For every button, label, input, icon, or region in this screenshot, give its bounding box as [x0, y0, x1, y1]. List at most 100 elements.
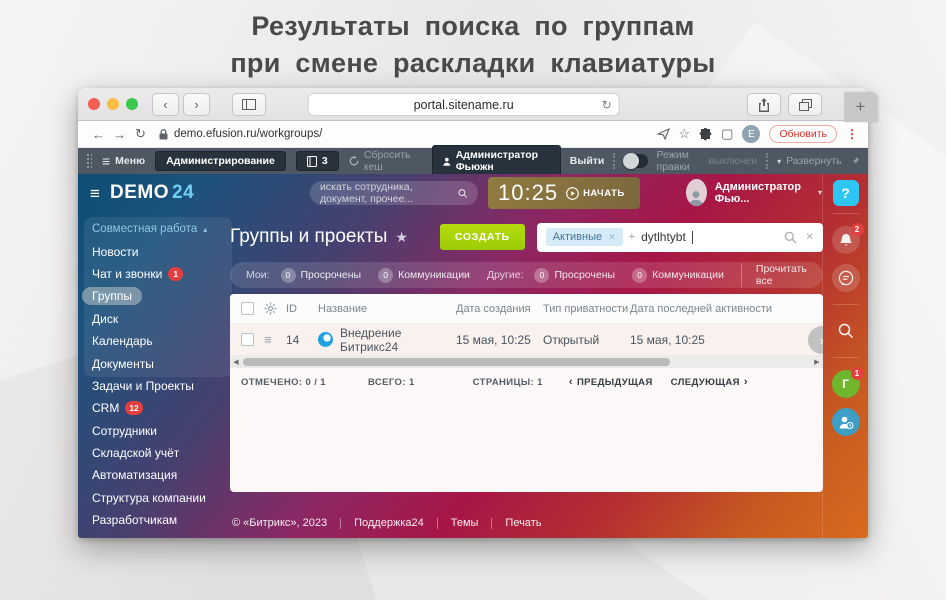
chrome-address-bar[interactable]: demo.efusion.ru/workgroups/	[159, 128, 322, 140]
counter-label: Просрочены	[301, 269, 362, 281]
administration-label: Администрирование	[166, 155, 275, 167]
scrollbar-thumb[interactable]	[243, 358, 670, 366]
filter-search-bar[interactable]: Активные ✕ + dytlhtybt ✕	[537, 223, 823, 252]
item-label: Календарь	[92, 334, 153, 348]
sidebar-section-header[interactable]: Совместная работа ▴	[92, 218, 230, 240]
forward-button[interactable]: ›	[183, 93, 210, 116]
column-header-activity[interactable]: Дата последней активности	[630, 303, 823, 315]
logo-text: DEMO	[110, 182, 169, 203]
column-header-privacy[interactable]: Тип приватности	[543, 303, 630, 315]
messenger-button[interactable]	[832, 264, 860, 292]
book-icon	[307, 156, 317, 167]
admin-user-button[interactable]: Администратор Фьюжн	[432, 145, 561, 177]
sidebar-item-disk[interactable]: Диск	[92, 308, 230, 330]
filter-tag-active[interactable]: Активные ✕	[546, 228, 623, 246]
close-window-icon[interactable]	[88, 98, 100, 110]
drag-handle-icon[interactable]	[86, 153, 92, 169]
admin-menu-button[interactable]: ≡ Меню	[102, 154, 145, 168]
worktime-widget[interactable]: 10:25 НАЧАТЬ	[488, 177, 640, 209]
chrome-forward-icon[interactable]: →	[109, 127, 130, 142]
previous-page-button[interactable]: ‹ПРЕДЫДУЩАЯ	[569, 376, 653, 388]
favorite-star-icon[interactable]: ★	[395, 229, 408, 246]
rail-search-button[interactable]	[832, 317, 860, 345]
sidebar-item-news[interactable]: Новости	[92, 240, 230, 262]
sidebar-item-automation[interactable]: Автоматизация	[92, 464, 230, 486]
clear-search-icon[interactable]: ✕	[805, 232, 813, 243]
update-browser-button[interactable]: Обновить	[769, 125, 837, 143]
send-icon[interactable]	[657, 128, 670, 140]
new-tab-button[interactable]: +	[844, 92, 877, 122]
share-button[interactable]	[747, 93, 781, 116]
start-workday-button[interactable]: НАЧАТЬ	[566, 187, 625, 200]
bookmark-star-icon[interactable]: ☆	[679, 126, 691, 142]
back-button[interactable]: ‹	[152, 93, 179, 116]
scroll-left-icon[interactable]: ◀	[230, 358, 242, 366]
expand-button[interactable]: ▾Развернуть	[777, 155, 842, 167]
edit-mode-toggle[interactable]	[624, 154, 647, 168]
chrome-back-icon[interactable]: ←	[88, 127, 109, 142]
notifications-button[interactable]: 2	[832, 226, 860, 254]
gear-icon[interactable]	[264, 302, 277, 315]
counter-my-communications[interactable]: 0Коммуникации	[378, 268, 470, 283]
counter-my-overdue[interactable]: 0Просрочены	[281, 268, 362, 283]
read-all-label: Прочитать все	[756, 263, 807, 287]
logo[interactable]: DEMO24	[110, 182, 194, 204]
current-user-menu[interactable]: Администратор Фью... ▾	[686, 179, 822, 206]
chrome-menu-icon[interactable]: ⋮	[846, 127, 858, 141]
sidebar-item-company-structure[interactable]: Структура компании	[92, 487, 230, 509]
sidebar-item-documents[interactable]: Документы	[92, 352, 230, 374]
zoom-window-icon[interactable]	[126, 98, 138, 110]
search-icon[interactable]	[784, 231, 797, 244]
worktime-users-button[interactable]	[832, 408, 860, 436]
global-search-input[interactable]: искать сотрудника, документ, прочее...	[310, 181, 478, 205]
administration-button[interactable]: Администрирование	[155, 151, 286, 171]
scroll-right-icon[interactable]: ▶	[811, 358, 823, 366]
footer-link-support[interactable]: Поддержка24	[354, 517, 424, 529]
sidebar-item-developers[interactable]: Разработчикам	[92, 509, 230, 531]
counter-others-communications[interactable]: 0Коммуникации	[632, 268, 724, 283]
extensions-puzzle-icon[interactable]	[699, 128, 712, 141]
row-checkbox[interactable]	[241, 333, 254, 346]
next-page-button[interactable]: СЛЕДУЮЩАЯ›	[671, 376, 748, 388]
column-header-name[interactable]: Название	[318, 303, 456, 315]
horizontal-scrollbar[interactable]: ◀ ▶	[230, 356, 823, 368]
chat-contact-avatar[interactable]: Г 1	[832, 370, 860, 398]
logout-button[interactable]: Выйти	[570, 155, 605, 167]
minimize-window-icon[interactable]	[107, 98, 119, 110]
create-button[interactable]: СОЗДАТЬ	[440, 224, 525, 250]
sidebar-item-employees[interactable]: Сотрудники	[92, 420, 230, 442]
window-square-icon[interactable]: ▢	[721, 126, 733, 142]
checked-count: ОТМЕЧЕНО: 0 / 1	[241, 377, 326, 388]
menu-icon[interactable]: ≡	[90, 184, 100, 204]
column-header-id[interactable]: ID	[286, 303, 318, 315]
sidebar-item-groups[interactable]: Группы	[92, 285, 230, 307]
profile-avatar[interactable]: E	[742, 125, 760, 143]
read-all-button[interactable]: Прочитать все	[741, 263, 807, 287]
cell-group-name[interactable]: Внедрение Битрикс24	[340, 326, 456, 354]
footer-link-themes[interactable]: Темы	[451, 517, 479, 529]
column-header-created[interactable]: Дата создания	[456, 303, 543, 315]
reset-cache-button[interactable]: Сбросить кеш	[349, 149, 422, 173]
help-button[interactable]: ?	[833, 180, 859, 206]
sidebar-item-crm[interactable]: CRM12	[92, 397, 230, 419]
sidebar-item-chat[interactable]: Чат и звонки1	[92, 263, 230, 285]
sidebar-item-tasks[interactable]: Задачи и Проекты	[92, 375, 230, 397]
docs-counter-button[interactable]: 3	[296, 151, 339, 171]
search-placeholder: искать сотрудника, документ, прочее...	[320, 181, 458, 205]
address-bar[interactable]: portal.sitename.ru ↻	[308, 93, 620, 116]
table-row[interactable]: ≡ 14 Внедрение Битрикс24 15 мая, 10:25 О…	[230, 324, 823, 356]
sidebar-item-inventory[interactable]: Складской учёт	[92, 442, 230, 464]
chrome-reload-icon[interactable]: ↻	[130, 126, 151, 142]
sidebar-item-calendar[interactable]: Календарь	[92, 330, 230, 352]
pin-icon[interactable]	[851, 155, 860, 167]
select-all-checkbox[interactable]	[241, 302, 254, 315]
play-circle-icon	[566, 187, 579, 200]
remove-tag-icon[interactable]: ✕	[608, 232, 616, 243]
row-menu-icon[interactable]: ≡	[264, 332, 272, 347]
sidebar-toggle-button[interactable]	[232, 93, 266, 116]
tabs-overview-button[interactable]	[788, 93, 822, 116]
user-name: Администратор Фью...	[715, 181, 810, 205]
reload-icon[interactable]: ↻	[602, 98, 612, 112]
footer-link-print[interactable]: Печать	[505, 517, 541, 529]
counter-others-overdue[interactable]: 0Просрочены	[534, 268, 615, 283]
